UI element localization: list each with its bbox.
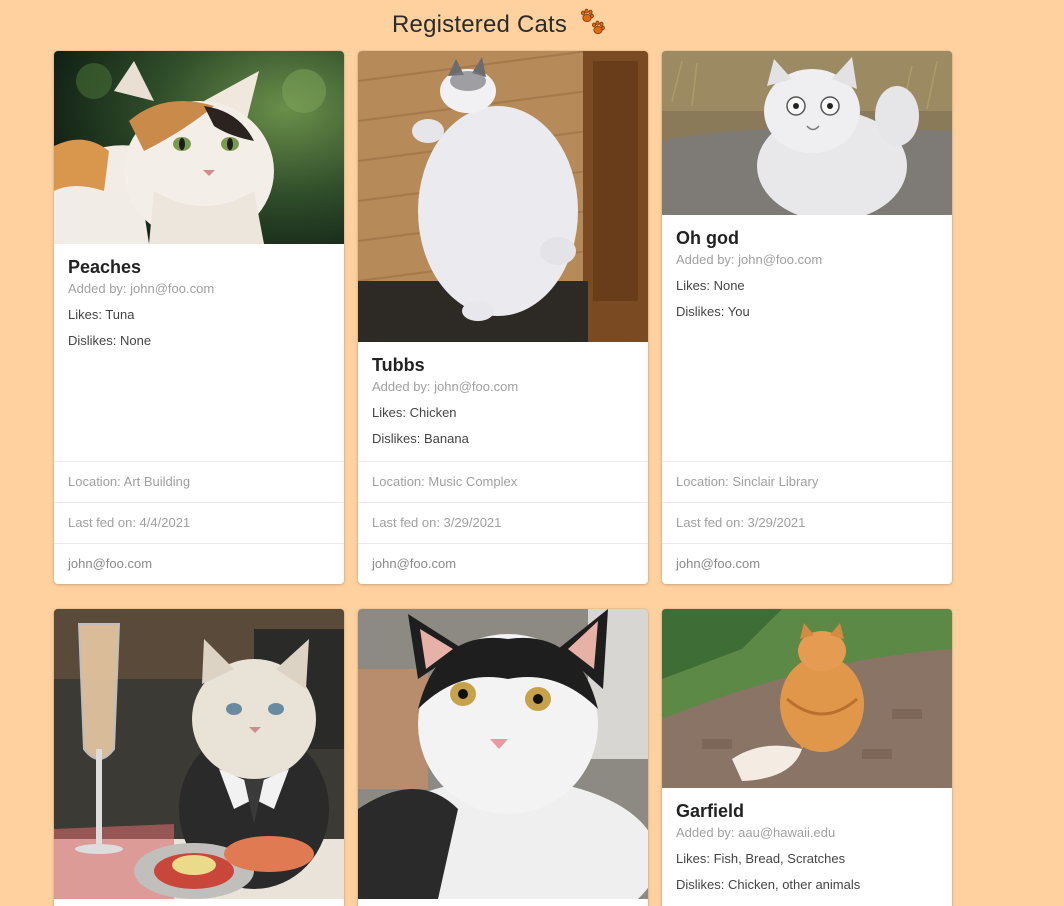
cat-dislikes: Dislikes: You: [676, 304, 750, 319]
cat-likes: Likes: Chicken: [372, 405, 457, 420]
cat-dislikes: Dislikes: Banana: [372, 431, 469, 446]
cat-last-fed: Last fed on: 4/4/2021: [54, 502, 344, 543]
added-by: Added by: john@foo.com: [372, 379, 519, 394]
cat-location: Location: Art Building: [54, 461, 344, 502]
page-title: Registered Cats: [0, 8, 1000, 39]
added-by: Added by: aau@hawaii.edu: [676, 825, 836, 840]
cat-name: Garfield: [676, 801, 745, 821]
cat-name: Oh god: [676, 228, 739, 248]
cat-name: Tubbs: [372, 355, 425, 375]
cat-location: Location: Sinclair Library: [662, 461, 952, 502]
cat-likes: Likes: None: [676, 278, 745, 293]
orange-cat-photo: [662, 609, 952, 788]
cat-name: Peaches: [68, 257, 142, 277]
cat-owner: john@foo.com: [54, 543, 344, 584]
added-by: Added by: john@foo.com: [676, 252, 823, 267]
cat-card-tuxedo[interactable]: [54, 609, 344, 906]
cat-last-fed: Last fed on: 3/29/2021: [662, 502, 952, 543]
cat-card-kitten[interactable]: [358, 609, 648, 906]
black-white-kitten-photo: [358, 609, 648, 899]
cat-dislikes: Dislikes: Chicken, other animals: [676, 877, 861, 892]
cat-location: Location: Music Complex: [358, 461, 648, 502]
cat-card-garfield[interactable]: Garfield Added by: aau@hawaii.edu Likes:…: [662, 609, 952, 906]
cat-card-oh-god[interactable]: Oh god Added by: john@foo.com Likes: Non…: [662, 51, 952, 584]
cat-owner: john@foo.com: [662, 543, 952, 584]
fluffy-white-cat-photo: [358, 51, 648, 342]
cat-last-fed: Last fed on: 3/29/2021: [358, 502, 648, 543]
cat-likes: Likes: Tuna: [68, 307, 135, 322]
cat-card-peaches[interactable]: Peaches Added by: john@foo.com Likes: Tu…: [54, 51, 344, 584]
calico-cat-photo: [54, 51, 344, 244]
cat-card-tubbs[interactable]: Tubbs Added by: john@foo.com Likes: Chic…: [358, 51, 648, 584]
cat-likes: Likes: Fish, Bread, Scratches: [676, 851, 846, 866]
cat-dislikes: Dislikes: None: [68, 333, 152, 348]
persian-cat-photo: [662, 51, 952, 215]
page-title-text: Registered Cats: [392, 11, 568, 38]
cat-owner: john@foo.com: [358, 543, 648, 584]
added-by: Added by: john@foo.com: [68, 281, 215, 296]
paw-prints-icon: [578, 8, 608, 38]
cat-in-tuxedo-photo: [54, 609, 344, 899]
